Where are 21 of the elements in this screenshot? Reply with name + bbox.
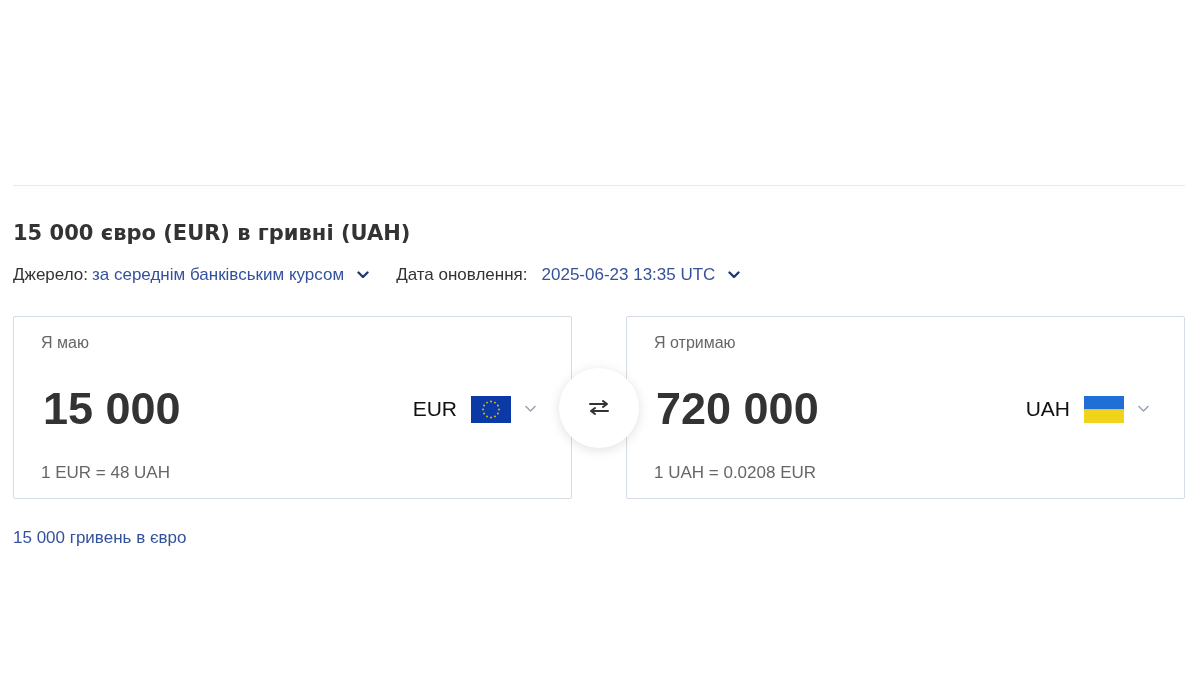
chevron-down-icon — [357, 271, 370, 279]
update-date-label: Дата оновлення: — [396, 264, 528, 286]
swap-arrows-icon — [589, 400, 609, 415]
card-label: Я отримаю — [654, 333, 736, 353]
exchange-rate: 1 EUR = 48 UAH — [41, 463, 170, 483]
source-dropdown[interactable]: за середнім банківським курсом — [92, 263, 370, 287]
card-label: Я маю — [41, 333, 89, 353]
currency-select[interactable]: EUR — [412, 389, 537, 429]
exchange-rate: 1 UAH = 0.0208 EUR — [654, 463, 817, 483]
chevron-down-icon — [728, 271, 741, 279]
amount-input[interactable]: 720 000 — [654, 381, 1026, 437]
conversion-link[interactable]: 15 000 гривень в євро — [13, 526, 187, 550]
source-label: Джерело: — [13, 264, 88, 286]
ukraine-flag-icon — [1084, 395, 1124, 423]
update-date-dropdown[interactable]: 2025-06-23 13:35 UTC — [541, 263, 741, 287]
currency-select[interactable]: UAH — [1025, 389, 1150, 429]
converter-title: 15 000 євро (EUR) в гривні (UAH) — [13, 220, 411, 247]
amount-input[interactable]: 15 000 — [41, 381, 413, 437]
eu-flag-icon — [471, 395, 511, 423]
chevron-down-icon — [524, 405, 537, 413]
chevron-down-icon — [1137, 405, 1150, 413]
